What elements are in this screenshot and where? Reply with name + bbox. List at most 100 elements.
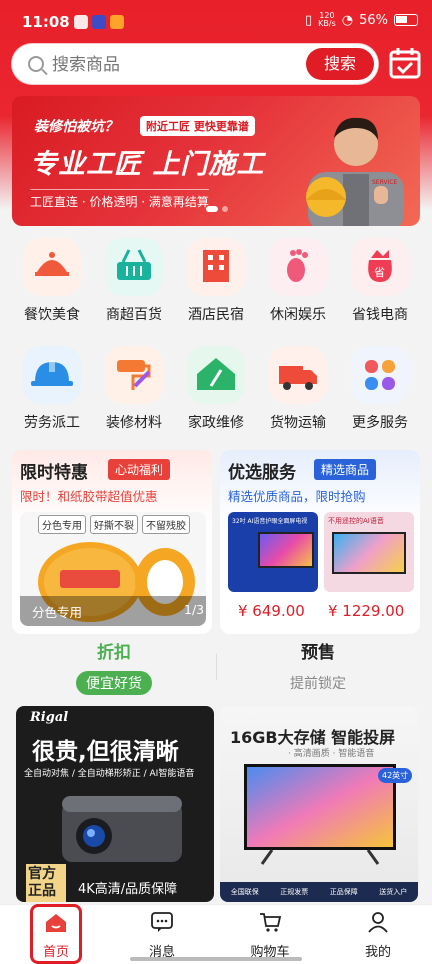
nav-label: 我的 bbox=[364, 945, 391, 960]
tv-product-card[interactable]: 16GB大存储 智能投屏 · 高清画质 · 智能语音 42英寸 全国联保 正规发… bbox=[220, 706, 418, 902]
status-right: ▯ 120 KB/s ◔ 56% bbox=[305, 12, 418, 28]
category-icon-tile bbox=[23, 238, 81, 296]
category-icon-tile bbox=[187, 346, 245, 404]
cart-icon bbox=[260, 913, 282, 932]
category-icon-tile: 省 bbox=[351, 238, 409, 296]
category-item[interactable]: 商超百货 bbox=[94, 238, 174, 324]
category-item[interactable]: 装修材料 bbox=[94, 346, 174, 432]
nav-messages[interactable]: 消息 bbox=[122, 911, 202, 960]
home-screen: 11:08 ▯ 120KB/s ◔ 56% 搜索 装修怕被坑？ 附近工匠 更快更… bbox=[0, 0, 432, 964]
official-badge: 官方正品 bbox=[26, 864, 66, 902]
app-notification-icon bbox=[110, 15, 124, 29]
category-icon-tile bbox=[187, 238, 245, 296]
flash-sale-tag: 心动福利 bbox=[108, 459, 171, 480]
guarantee-strip: 全国联保 正规发票 正品保障 送货入户 bbox=[220, 882, 418, 902]
home-broom-icon bbox=[197, 358, 235, 390]
category-label: 更多服务 bbox=[352, 415, 408, 431]
food-cloche-icon bbox=[35, 252, 69, 276]
size-tag: 42英寸 bbox=[378, 768, 413, 783]
category-item[interactable]: 货物运输 bbox=[258, 346, 338, 432]
carousel-pager: 1/3 bbox=[184, 602, 205, 617]
battery-percent: 56% bbox=[359, 12, 388, 28]
category-label: 商超百货 bbox=[106, 307, 162, 323]
hotel-building-icon bbox=[203, 250, 229, 282]
worker-badge: SERVICE bbox=[372, 179, 398, 186]
category-icon-tile bbox=[23, 346, 81, 404]
home-indicator[interactable] bbox=[130, 957, 302, 961]
guarantee-item: 全国联保 bbox=[230, 888, 259, 896]
product-footer: 4K高清/品质保障 bbox=[78, 882, 178, 897]
search-bar[interactable]: 搜索 bbox=[12, 44, 378, 84]
worker-illustration: SERVICE bbox=[306, 117, 404, 226]
tv-headline: 不用遥控的AI语音 bbox=[328, 517, 384, 525]
status-time: 11:08 bbox=[22, 13, 70, 31]
product-features: 全自动对焦 / 全自动梯形矫正 / AI智能语音 bbox=[24, 769, 195, 779]
product-features: · 高清画质 · 智能语音 bbox=[288, 749, 375, 759]
flash-sale-subtitle: 限时！和纸胶带超值优惠 bbox=[20, 489, 158, 504]
brand-logo: Rigal bbox=[30, 710, 69, 725]
featured-subtitle: 精选优质商品，限时抢购 bbox=[228, 489, 366, 504]
svg-text:省: 省 bbox=[374, 266, 385, 279]
search-button[interactable]: 搜索 bbox=[306, 48, 374, 80]
featured-title: 优选服务 bbox=[228, 463, 296, 483]
category-item[interactable]: 劳务派工 bbox=[12, 346, 92, 432]
category-icon-tile bbox=[105, 346, 163, 404]
category-icon-tile bbox=[269, 238, 327, 296]
category-label: 省钱电商 bbox=[352, 307, 408, 323]
search-icon bbox=[28, 56, 44, 72]
featured-service-card[interactable]: 优选服务 精选商品 精选优质商品，限时抢购 32吋 AI语音护眼全面屏电视 不用… bbox=[220, 450, 420, 634]
projector-illustration bbox=[62, 796, 182, 862]
category-item[interactable]: 家政维修 bbox=[176, 346, 256, 432]
tab-name: 折扣 bbox=[97, 643, 131, 663]
tab-name: 预售 bbox=[301, 643, 335, 663]
guarantee-item: 正品保障 bbox=[329, 888, 358, 896]
flash-sale-card[interactable]: 限时特惠 心动福利 限时！和纸胶带超值优惠 分色专用 好撕不裂 不留残胶 分色专… bbox=[12, 450, 212, 634]
banner-title: 专业工匠 上门施工 bbox=[30, 149, 265, 180]
network-speed-unit: KB/s bbox=[318, 19, 336, 28]
featured-tag: 精选商品 bbox=[314, 459, 377, 480]
banner-question: 装修怕被坑？ bbox=[34, 119, 118, 135]
network-speed: 120 KB/s bbox=[318, 12, 336, 28]
category-label: 休闲娱乐 bbox=[270, 307, 326, 323]
tab-presale[interactable]: 预售 提前锁定 bbox=[228, 638, 408, 695]
category-label: 酒店民宿 bbox=[188, 307, 244, 323]
guarantee-item: 正规发票 bbox=[280, 888, 309, 896]
promo-banner[interactable]: 装修怕被坑？ 附近工匠 更快更靠谱 专业工匠 上门施工 工匠直连 · 价格透明 … bbox=[12, 96, 420, 226]
feature-pills: 分色专用 好撕不裂 不留残胶 bbox=[38, 515, 190, 534]
tab-sub: 提前锁定 bbox=[290, 676, 346, 692]
category-item[interactable]: 酒店民宿 bbox=[176, 238, 256, 324]
tab-discount[interactable]: 折扣 便宜好货 bbox=[24, 638, 204, 695]
nav-profile[interactable]: 我的 bbox=[338, 911, 418, 960]
tab-divider bbox=[216, 654, 217, 680]
tv-product-image[interactable]: 32吋 AI语音护眼全面屏电视 bbox=[228, 512, 318, 592]
tv-product-image[interactable]: 不用遥控的AI语音 bbox=[324, 512, 414, 592]
nav-cart[interactable]: 购物车 bbox=[230, 911, 310, 960]
category-item[interactable]: 省省钱电商 bbox=[340, 238, 420, 324]
tab-sub: 便宜好货 bbox=[76, 671, 152, 695]
category-item[interactable]: 休闲娱乐 bbox=[258, 238, 338, 324]
category-icon-tile bbox=[269, 346, 327, 404]
hard-hat-icon bbox=[31, 360, 73, 386]
category-item[interactable]: 餐饮美食 bbox=[12, 238, 92, 324]
product-price: ¥ 1229.00 bbox=[328, 602, 405, 620]
notification-icons bbox=[74, 15, 124, 29]
flash-sale-title: 限时特惠 bbox=[20, 463, 88, 483]
app-notification-icon bbox=[92, 15, 106, 29]
tv-headline: 32吋 AI语音护眼全面屏电视 bbox=[232, 518, 308, 525]
message-icon bbox=[151, 912, 173, 932]
search-input[interactable] bbox=[52, 52, 272, 78]
tv-screen bbox=[258, 532, 314, 568]
product-price: ¥ 649.00 bbox=[238, 602, 305, 620]
projector-product-card[interactable]: Rigal 很贵,但很清晰 全自动对焦 / 全自动梯形矫正 / AI智能语音 官… bbox=[16, 706, 214, 902]
pager-dot bbox=[206, 206, 218, 212]
footprint-icon bbox=[287, 249, 308, 282]
more-grid-icon bbox=[365, 360, 395, 390]
user-icon bbox=[368, 912, 388, 933]
calendar-check-icon[interactable] bbox=[388, 46, 422, 80]
category-item[interactable]: 更多服务 bbox=[340, 346, 420, 432]
savings-bag-icon: 省 bbox=[368, 250, 392, 282]
shopping-basket-icon bbox=[117, 249, 151, 280]
app-notification-icon bbox=[74, 15, 88, 29]
banner-pager bbox=[206, 206, 228, 212]
category-label: 餐饮美食 bbox=[24, 307, 80, 323]
